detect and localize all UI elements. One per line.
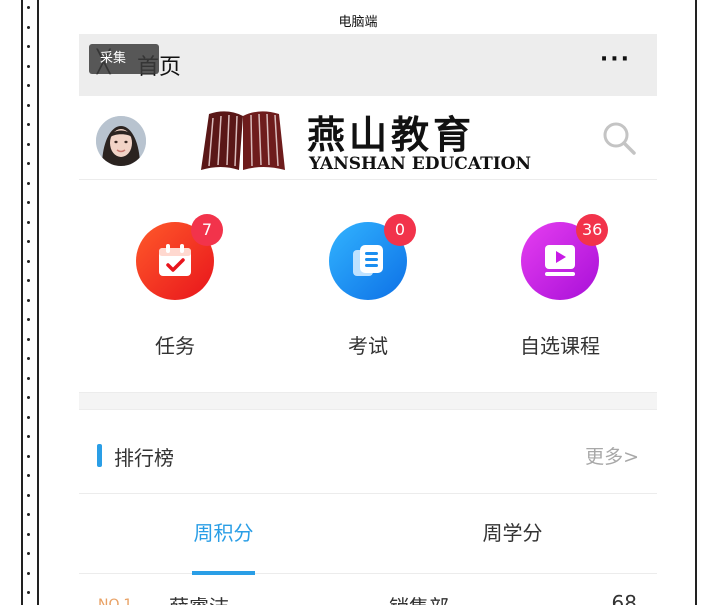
binder-dot [27,435,30,438]
ranking-header: 排行榜 更多> [79,410,657,494]
quick-entry-label: 任务 [155,334,195,358]
binder-dot [27,357,30,360]
binder-dot [27,220,30,224]
binder-dot [27,84,30,87]
rank-department: 销售部 [389,591,449,605]
page-caption: 电脑端 [338,15,378,30]
course-badge: 36 [576,214,609,246]
binder-dot [27,123,30,126]
header-bar: 燕山教育 YANSHAN EDUCATION [79,96,657,180]
binder-dot [27,415,30,419]
binder-dot [27,493,30,497]
search-icon[interactable] [601,120,637,156]
binder-dot [27,45,30,48]
ranking-more-link[interactable]: 更多> [585,442,639,469]
binder-dot [27,64,30,68]
yanshan-logo: 燕山教育 YANSHAN EDUCATION [197,102,537,178]
binder-dot [27,103,30,107]
rank-score: 68 [611,591,637,605]
binder-line-right [37,0,39,605]
binder-dot [27,532,30,536]
binder-dot [27,181,30,185]
binder-dots [27,6,31,605]
binder-dot [27,6,30,9]
section-divider [79,392,657,410]
binder-dot [27,337,30,341]
binder-dot [27,201,30,204]
binder-dot [27,142,30,146]
page-edge-right [695,0,697,605]
document-list-icon: 0 [329,214,416,300]
quick-entry-task[interactable]: 7 任务 [95,214,255,378]
task-badge: 7 [191,214,223,246]
binder-dot [27,396,30,399]
section-accent-bar [97,444,102,467]
rank-number: NO.1 [98,597,133,605]
binder-dot [27,259,30,263]
avatar[interactable] [96,116,146,166]
book-logo-icon [201,111,285,170]
binder-dot [27,591,30,594]
quick-entry-row: 7 任务 0 考试 36 自选课程 [79,180,657,392]
tab-weekly-credits[interactable]: 周学分 [368,494,657,574]
binder-dot [27,318,30,321]
binder-dot [27,552,30,555]
binder-dot [27,162,30,165]
calendar-check-icon: 7 [136,214,223,300]
navbar: ╳ 首页 ··· 采集 [79,34,657,96]
binder-dot [27,240,30,243]
binder-dot [27,474,30,477]
rank-user-name: 薛睿洁 [169,591,229,605]
ranking-tabs: 周积分 周学分 [79,494,657,575]
binder-dot [27,279,30,282]
binder-line-left [21,0,23,605]
tab-weekly-points[interactable]: 周积分 [79,494,368,574]
exam-badge: 0 [384,214,416,246]
quick-entry-label: 考试 [348,334,388,358]
phone-screen: ╳ 首页 ··· 采集 [79,34,657,605]
ranking-title: 排行榜 [114,446,174,470]
collect-button[interactable]: 采集 [89,44,159,74]
more-menu-icon[interactable]: ··· [600,47,631,72]
binder-dot [27,513,30,516]
binder-dot [27,454,30,458]
logo-english-text: YANSHAN EDUCATION [309,154,532,174]
binder-dot [27,376,30,380]
logo-chinese-text: 燕山教育 [307,112,476,157]
binder-dot [27,571,30,575]
table-row[interactable]: NO.1 薛睿洁 销售部 68 [79,575,657,605]
quick-entry-course[interactable]: 36 自选课程 [480,214,640,378]
video-play-icon: 36 [521,214,609,300]
quick-entry-exam[interactable]: 0 考试 [288,214,448,378]
binder-dot [27,298,30,302]
quick-entry-label: 自选课程 [520,334,600,358]
